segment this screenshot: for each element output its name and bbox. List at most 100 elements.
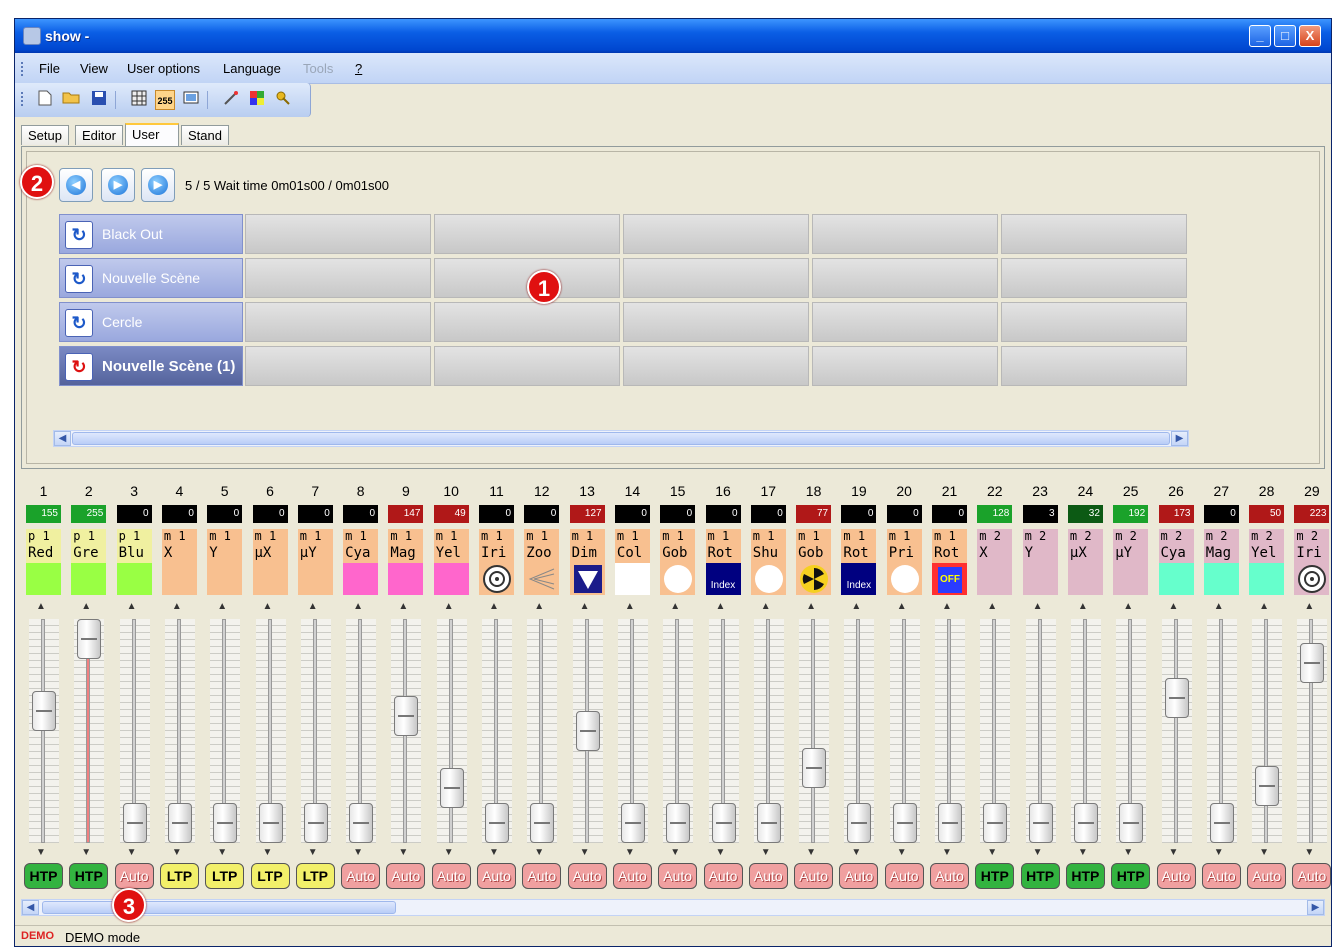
next-scene-button[interactable]: ▶ bbox=[141, 168, 175, 202]
arrow-up-icon[interactable]: ▲ bbox=[308, 601, 318, 612]
arrow-down-icon[interactable]: ▼ bbox=[987, 847, 997, 858]
channel-mode-button[interactable]: HTP bbox=[1111, 863, 1151, 889]
scene-slot[interactable] bbox=[245, 346, 431, 386]
fader-knob[interactable] bbox=[847, 803, 872, 843]
arrow-up-icon[interactable]: ▲ bbox=[398, 601, 408, 612]
arrow-down-icon[interactable]: ▼ bbox=[81, 847, 91, 858]
fader-track[interactable] bbox=[448, 619, 453, 843]
arrow-up-icon[interactable]: ▲ bbox=[534, 601, 544, 612]
channel-mode-button[interactable]: HTP bbox=[69, 863, 109, 889]
fader-knob[interactable] bbox=[122, 803, 147, 843]
arrow-down-icon[interactable]: ▼ bbox=[1259, 847, 1269, 858]
arrow-up-icon[interactable]: ▲ bbox=[81, 601, 91, 612]
scene-button-cercle[interactable]: ↻ Cercle bbox=[59, 302, 243, 342]
channel-mode-button[interactable]: Auto bbox=[703, 863, 743, 889]
arrow-up-icon[interactable]: ▲ bbox=[127, 601, 137, 612]
arrow-down-icon[interactable]: ▼ bbox=[398, 847, 408, 858]
channel-mode-button[interactable]: Auto bbox=[1201, 863, 1241, 889]
channel-mode-button[interactable]: Auto bbox=[658, 863, 698, 889]
previous-scene-button[interactable]: ◀ bbox=[59, 168, 93, 202]
arrow-up-icon[interactable]: ▲ bbox=[1214, 601, 1224, 612]
arrow-down-icon[interactable]: ▼ bbox=[127, 847, 137, 858]
arrow-down-icon[interactable]: ▼ bbox=[716, 847, 726, 858]
scene-slot[interactable] bbox=[623, 258, 809, 298]
channel-mode-button[interactable]: Auto bbox=[930, 863, 969, 889]
arrow-up-icon[interactable]: ▲ bbox=[897, 601, 907, 612]
fader-knob[interactable] bbox=[1255, 766, 1280, 807]
fader-track[interactable] bbox=[41, 619, 45, 843]
channel-mode-button[interactable]: Auto bbox=[884, 863, 924, 889]
fader-knob[interactable] bbox=[77, 619, 102, 659]
channel-mode-button[interactable]: Auto bbox=[341, 863, 381, 889]
fader-knob[interactable] bbox=[711, 803, 736, 843]
fader-track[interactable] bbox=[1264, 619, 1269, 843]
scrollbar-thumb[interactable] bbox=[72, 432, 1170, 445]
scene-slot[interactable] bbox=[245, 302, 431, 342]
arrow-up-icon[interactable]: ▲ bbox=[1033, 601, 1043, 612]
arrow-up-icon[interactable]: ▲ bbox=[353, 601, 363, 612]
scroll-left-arrow-icon[interactable]: ◀ bbox=[22, 900, 39, 915]
fader-knob[interactable] bbox=[1209, 803, 1234, 843]
arrow-down-icon[interactable]: ▼ bbox=[761, 847, 771, 858]
arrow-down-icon[interactable]: ▼ bbox=[897, 847, 907, 858]
arrow-up-icon[interactable]: ▲ bbox=[761, 601, 771, 612]
scene-slot[interactable] bbox=[245, 258, 431, 298]
arrow-up-icon[interactable]: ▲ bbox=[670, 601, 680, 612]
arrow-down-icon[interactable]: ▼ bbox=[1033, 847, 1043, 858]
scene-slot[interactable] bbox=[1001, 346, 1187, 386]
scroll-left-arrow-icon[interactable]: ◀ bbox=[54, 431, 71, 446]
arrow-down-icon[interactable]: ▼ bbox=[1123, 847, 1133, 858]
menu-user-options[interactable]: User options bbox=[127, 61, 200, 76]
scene-slot[interactable] bbox=[1001, 302, 1187, 342]
tab-user[interactable]: User bbox=[125, 123, 179, 147]
arrow-down-icon[interactable]: ▼ bbox=[1214, 847, 1224, 858]
channel-mode-button[interactable]: LTP bbox=[205, 863, 245, 889]
fader-knob[interactable] bbox=[167, 803, 192, 843]
key-icon[interactable] bbox=[273, 90, 293, 110]
channel-mode-button[interactable]: Auto bbox=[1247, 863, 1287, 889]
scene-slot[interactable] bbox=[812, 302, 998, 342]
fader-knob[interactable] bbox=[575, 711, 600, 751]
scene-button-nouvelle-scene[interactable]: ↻ Nouvelle Scène bbox=[59, 258, 243, 298]
fader-knob[interactable] bbox=[349, 803, 374, 843]
title-bar[interactable]: show - _ □ X bbox=[15, 19, 1331, 53]
arrow-down-icon[interactable]: ▼ bbox=[1078, 847, 1088, 858]
arrow-down-icon[interactable]: ▼ bbox=[851, 847, 861, 858]
fader-knob[interactable] bbox=[620, 803, 645, 843]
menu-tools[interactable]: Tools bbox=[303, 61, 333, 76]
channel-scrollbar[interactable]: ◀ ▶ bbox=[21, 899, 1325, 916]
scene-scrollbar[interactable]: ◀ ▶ bbox=[53, 430, 1189, 447]
scroll-right-arrow-icon[interactable]: ▶ bbox=[1307, 900, 1324, 915]
arrow-up-icon[interactable]: ▲ bbox=[851, 601, 861, 612]
channel-mode-button[interactable]: Auto bbox=[1156, 863, 1196, 889]
channel-mode-button[interactable]: LTP bbox=[159, 863, 199, 889]
fader-knob[interactable] bbox=[439, 768, 464, 809]
new-icon[interactable] bbox=[35, 90, 55, 110]
channel-mode-button[interactable]: Auto bbox=[431, 863, 471, 889]
menu-file[interactable]: File bbox=[39, 61, 60, 76]
maximize-button[interactable]: □ bbox=[1274, 25, 1296, 47]
scene-slot[interactable] bbox=[623, 346, 809, 386]
value-255-icon[interactable]: 255 bbox=[155, 90, 175, 110]
channel-mode-button[interactable]: Auto bbox=[1292, 863, 1331, 889]
scroll-right-arrow-icon[interactable]: ▶ bbox=[1171, 431, 1188, 446]
close-button[interactable]: X bbox=[1299, 25, 1321, 47]
arrow-up-icon[interactable]: ▲ bbox=[987, 601, 997, 612]
arrow-up-icon[interactable]: ▲ bbox=[1169, 601, 1179, 612]
minimize-button[interactable]: _ bbox=[1249, 25, 1271, 47]
fader-knob[interactable] bbox=[802, 747, 827, 788]
channel-mode-button[interactable]: Auto bbox=[386, 863, 426, 889]
channel-mode-button[interactable]: HTP bbox=[24, 863, 63, 889]
save-icon[interactable] bbox=[89, 90, 109, 110]
fader-knob[interactable] bbox=[485, 803, 509, 843]
fader-knob[interactable] bbox=[1119, 803, 1144, 843]
channel-mode-button[interactable]: Auto bbox=[794, 863, 834, 889]
scene-slot[interactable] bbox=[623, 214, 809, 254]
tab-stand-alone[interactable]: Stand Alone bbox=[181, 125, 229, 163]
fader-knob[interactable] bbox=[530, 803, 555, 843]
arrow-up-icon[interactable]: ▲ bbox=[444, 601, 454, 612]
arrow-down-icon[interactable]: ▼ bbox=[36, 847, 46, 858]
arrow-down-icon[interactable]: ▼ bbox=[1304, 847, 1314, 858]
channel-mode-button[interactable]: Auto bbox=[114, 863, 154, 889]
scene-slot[interactable] bbox=[812, 346, 998, 386]
